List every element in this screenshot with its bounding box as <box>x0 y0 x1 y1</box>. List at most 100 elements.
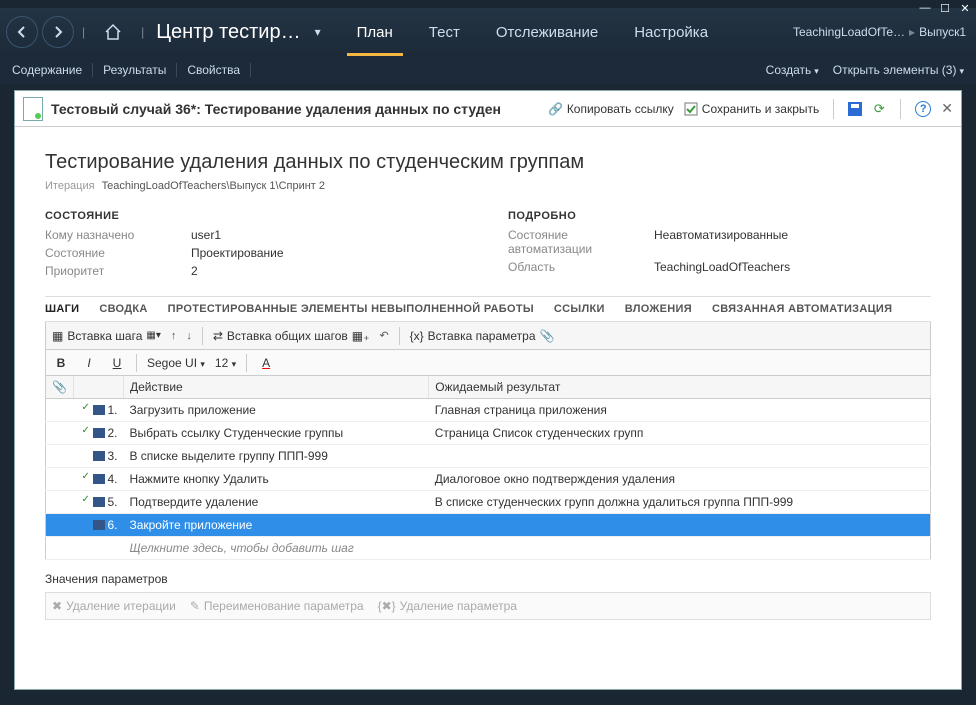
section-tab[interactable]: ШАГИ <box>45 303 79 315</box>
help-icon[interactable]: ? <box>915 101 931 117</box>
link-icon: 🔗 <box>549 102 563 116</box>
delete-param-button[interactable]: {✖}Удаление параметра <box>378 599 517 613</box>
tabs-row: ШАГИ СВОДКА ПРОТЕСТИРОВАННЫЕ ЭЛЕМЕНТЫ НЕВЫ… <box>45 296 931 322</box>
rename-param-button[interactable]: ✎Переименование параметра <box>190 599 364 613</box>
step-attach[interactable] <box>46 422 74 445</box>
step-action[interactable]: Подтвердите удаление <box>123 491 428 514</box>
step-action[interactable]: Выбрать ссылку Студенческие группы <box>123 422 428 445</box>
step-action[interactable]: Нажмите кнопку Удалить <box>123 468 428 491</box>
step-attach[interactable] <box>46 399 74 422</box>
underline-button[interactable]: U <box>108 356 126 370</box>
crumb-right: TeachingLoadOfTe… ▸ Выпуск1 <box>793 25 970 39</box>
subnav-Результаты[interactable]: Результаты <box>93 63 177 77</box>
detail-head: ПОДРОБНО <box>508 210 931 222</box>
font-select[interactable]: Segoe UI ▾ <box>147 356 205 370</box>
insert-param-button[interactable]: {x} Вставка параметра 📎 <box>410 329 555 343</box>
window-minimize[interactable]: — <box>918 2 932 15</box>
subnav-Свойства[interactable]: Свойства <box>177 63 251 77</box>
section-tab[interactable]: ССЫЛКИ <box>554 303 605 315</box>
move-up-icon[interactable]: ↑ <box>171 330 177 342</box>
steps-table: 📎 Действие Ожидаемый результат 1.Загрузи… <box>45 376 931 560</box>
step-action[interactable]: В списке выделите группу ППП-999 <box>123 445 428 468</box>
close-panel-icon[interactable]: ✕ <box>941 100 953 117</box>
italic-button[interactable]: I <box>80 356 98 370</box>
nav-back[interactable] <box>6 16 38 48</box>
refresh-icon[interactable]: ⟳ <box>872 102 886 116</box>
step-expected[interactable]: Главная страница приложения <box>429 399 931 422</box>
add-step-placeholder[interactable]: Щелкните здесь, чтобы добавить шаг <box>46 537 931 560</box>
step-row[interactable]: 6.Закройте приложение <box>46 514 931 537</box>
delete-param-icon: {✖} <box>378 599 396 613</box>
step-attach[interactable] <box>46 491 74 514</box>
step-row[interactable]: 2.Выбрать ссылку Студенческие группыСтра… <box>46 422 931 445</box>
crumb-project[interactable]: TeachingLoadOfTe… <box>793 25 905 39</box>
step-row[interactable]: 4.Нажмите кнопку УдалитьДиалоговое окно … <box>46 468 931 491</box>
tab-тест[interactable]: Тест <box>411 8 478 56</box>
open-elements-dropdown[interactable]: Открыть элементы (3)▾ <box>833 63 964 77</box>
breadcrumb-caret[interactable]: ▾ <box>315 25 321 39</box>
delete-iteration-button[interactable]: ✖Удаление итерации <box>52 599 176 613</box>
insert-shared-button[interactable]: ⇄ Вставка общих шагов ▦₊ <box>213 329 370 343</box>
font-color-button[interactable]: A <box>257 356 275 370</box>
iteration-line: Итерация TeachingLoadOfTeachers\Выпуск 1… <box>45 180 931 192</box>
section-tab[interactable]: ВЛОЖЕНИЯ <box>625 303 692 315</box>
nav-forward[interactable] <box>42 16 74 48</box>
window-maximize[interactable]: ☐ <box>938 2 952 15</box>
window-close[interactable]: ✕ <box>958 2 972 15</box>
crumb-release[interactable]: Выпуск1 <box>919 25 966 39</box>
move-down-icon[interactable]: ↓ <box>186 330 192 342</box>
save-close-icon <box>684 102 698 116</box>
field-label: Приоритет <box>45 264 185 278</box>
shared-steps-icon: ⇄ <box>213 329 223 343</box>
field-row: СостояниеПроектирование <box>45 246 468 260</box>
field-value[interactable]: Проектирование <box>191 246 284 260</box>
tab-отслеживание[interactable]: Отслеживание <box>478 8 616 56</box>
step-row[interactable]: 1.Загрузить приложениеГлавная страница п… <box>46 399 931 422</box>
step-expected[interactable]: Страница Список студенческих групп <box>429 422 931 445</box>
bold-button[interactable]: B <box>52 356 70 370</box>
home-icon[interactable] <box>99 18 127 46</box>
undo-icon[interactable]: ↶ <box>379 329 388 342</box>
field-row: Состояние автоматизацииНеавтоматизирован… <box>508 228 931 256</box>
state-head: СОСТОЯНИЕ <box>45 210 468 222</box>
step-expected[interactable]: Диалоговое окно подтверждения удаления <box>429 468 931 491</box>
step-attach[interactable] <box>46 445 74 468</box>
step-expected[interactable] <box>429 514 931 537</box>
field-value[interactable]: user1 <box>191 228 221 242</box>
field-value[interactable]: TeachingLoadOfTeachers <box>654 260 790 274</box>
tab-план[interactable]: План <box>339 8 411 56</box>
insert-step-icon: ▦ <box>52 329 63 343</box>
step-toolbar: ▦ Вставка шага ▦▾ ↑ ↓ ⇄ Вставка общих ша… <box>45 322 931 350</box>
field-value[interactable]: 2 <box>191 264 198 278</box>
attach-icon: 📎 <box>540 329 555 343</box>
step-expected[interactable] <box>429 445 931 468</box>
insert-step-button[interactable]: ▦ Вставка шага ▦▾ <box>52 329 161 343</box>
field-value[interactable]: Неавтоматизированные <box>654 228 788 256</box>
step-action[interactable]: Загрузить приложение <box>123 399 428 422</box>
step-row[interactable]: 5.Подтвердите удалениеВ списке студенчес… <box>46 491 931 514</box>
create-dropdown[interactable]: Создать▾ <box>766 63 819 77</box>
panel-title: Тестовый случай 36*: Тестирование удален… <box>51 101 501 117</box>
step-row[interactable]: 3.В списке выделите группу ППП-999 <box>46 445 931 468</box>
size-select[interactable]: 12 ▾ <box>215 356 236 370</box>
section-tab[interactable]: ПРОТЕСТИРОВАННЫЕ ЭЛЕМЕНТЫ НЕВЫПОЛНЕННОЙ … <box>168 303 534 315</box>
step-num: 5. <box>73 491 123 514</box>
rename-icon: ✎ <box>190 599 200 613</box>
section-tab[interactable]: СВЯЗАННАЯ АВТОМАТИЗАЦИЯ <box>712 303 892 315</box>
save-icon[interactable] <box>848 102 862 116</box>
subnav-Содержание[interactable]: Содержание <box>12 63 93 77</box>
save-close-button[interactable]: Сохранить и закрыть <box>684 102 819 116</box>
step-attach[interactable] <box>46 514 74 537</box>
tab-настройка[interactable]: Настройка <box>616 8 726 56</box>
shared-create-icon: ▦₊ <box>352 329 370 343</box>
step-attach[interactable] <box>46 468 74 491</box>
section-tab[interactable]: СВОДКА <box>99 303 147 315</box>
step-num: 3. <box>73 445 123 468</box>
step-action[interactable]: Закройте приложение <box>123 514 428 537</box>
param-toolbar: ✖Удаление итерации ✎Переименование парам… <box>45 592 931 620</box>
field-row: Кому назначеноuser1 <box>45 228 468 242</box>
breadcrumb-title[interactable]: Центр тестир… <box>156 21 300 44</box>
copy-link-button[interactable]: 🔗 Копировать ссылку <box>549 102 674 116</box>
top-nav: | | Центр тестир… ▾ ПланТестОтслеживание… <box>0 8 976 56</box>
step-expected[interactable]: В списке студенческих групп должна удали… <box>429 491 931 514</box>
